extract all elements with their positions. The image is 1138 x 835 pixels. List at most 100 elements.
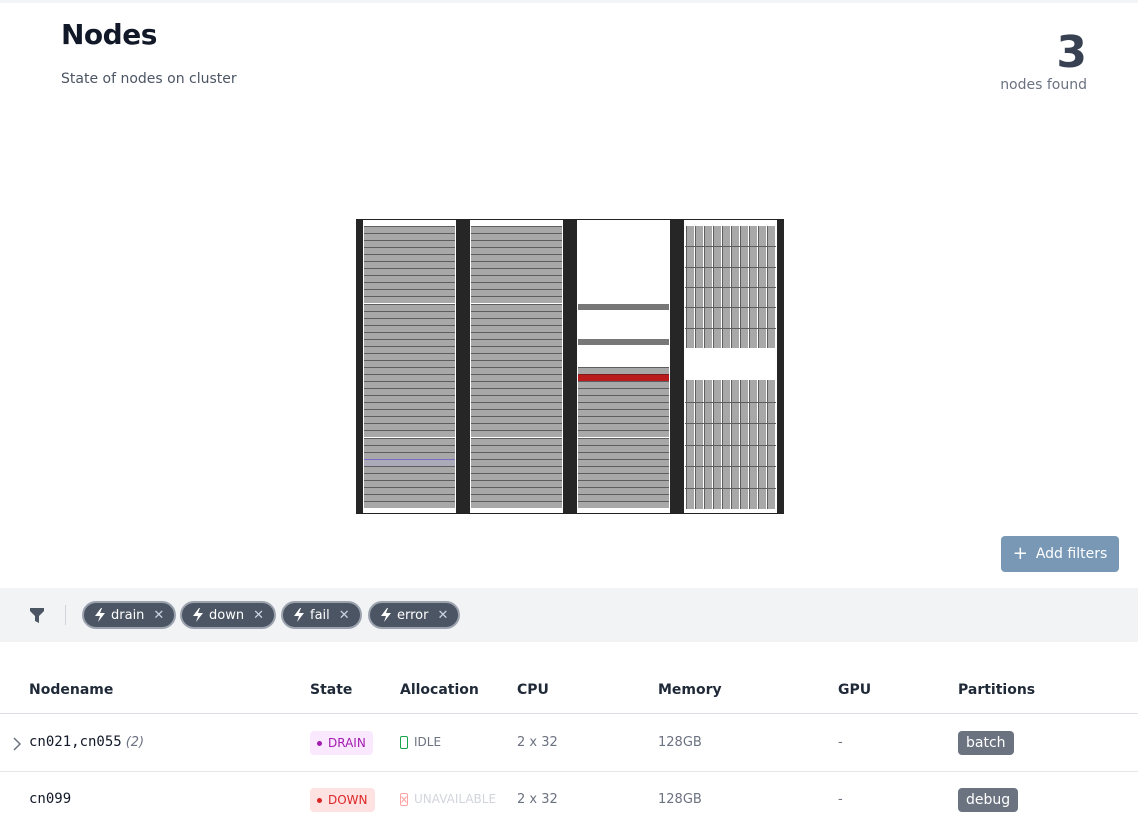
node-slot[interactable] [471,275,562,282]
node-slot[interactable] [471,430,562,437]
filter-chip-error[interactable]: error ✕ [368,601,461,629]
node-slot[interactable] [471,409,562,416]
node-slot[interactable] [364,360,455,367]
node-slot[interactable] [364,430,455,437]
node-slot[interactable] [471,438,562,445]
node-slot[interactable] [364,494,455,501]
node-slot-selected[interactable] [364,459,455,466]
node-slot[interactable] [471,247,562,254]
node-slot[interactable] [364,395,455,402]
table-row[interactable]: cn099 DOWN UNAVAILABLE 2 x 32 128GB - de… [0,772,1138,829]
rack-shelf[interactable] [578,304,669,310]
node-slot[interactable] [364,438,455,445]
node-slot[interactable] [578,494,669,501]
node-slot[interactable] [364,374,455,381]
partition-tag[interactable]: batch [958,731,1014,755]
node-slot[interactable] [471,360,562,367]
rack-4[interactable] [677,219,784,514]
node-slot[interactable] [471,487,562,494]
node-slot[interactable] [578,452,669,459]
node-slot[interactable] [471,459,562,466]
node-slot[interactable] [364,304,455,311]
funnel-icon[interactable] [30,608,44,623]
node-slot-down[interactable] [578,374,669,381]
node-slot[interactable] [471,473,562,480]
node-slot[interactable] [471,325,562,332]
node-slot[interactable] [471,254,562,261]
node-slot[interactable] [471,416,562,423]
column-header-gpu[interactable]: GPU [838,682,871,698]
node-slot[interactable] [471,332,562,339]
node-slot[interactable] [578,395,669,402]
node-slot[interactable] [578,459,669,466]
node-slot[interactable] [578,423,669,430]
node-slot[interactable] [471,480,562,487]
node-slot[interactable] [471,381,562,388]
node-slot[interactable] [364,381,455,388]
node-slot[interactable] [471,388,562,395]
node-slot[interactable] [364,268,455,275]
column-header-allocation[interactable]: Allocation [400,682,479,698]
filter-chip-down[interactable]: down ✕ [180,601,276,629]
node-slot[interactable] [364,282,455,289]
node-slot[interactable] [471,445,562,452]
node-slot[interactable] [364,261,455,268]
node-slot[interactable] [578,466,669,473]
node-slot[interactable] [364,466,455,473]
node-slot[interactable] [364,473,455,480]
column-header-memory[interactable]: Memory [658,682,722,698]
node-slot[interactable] [364,487,455,494]
node-slot[interactable] [364,367,455,374]
node-slot[interactable] [471,318,562,325]
node-slot[interactable] [471,466,562,473]
node-slot[interactable] [364,452,455,459]
node-slot[interactable] [471,452,562,459]
node-slot[interactable] [364,423,455,430]
node-slot[interactable] [578,473,669,480]
column-header-nodename[interactable]: Nodename [29,682,113,698]
node-slot[interactable] [578,430,669,437]
node-slot[interactable] [578,416,669,423]
node-slot[interactable] [364,445,455,452]
node-slot[interactable] [471,233,562,240]
node-slot[interactable] [471,494,562,501]
node-slot[interactable] [578,402,669,409]
partition-tag[interactable]: debug [958,788,1019,812]
filter-chip-drain[interactable]: drain ✕ [82,601,177,629]
node-slot[interactable] [471,261,562,268]
node-slot[interactable] [364,233,455,240]
node-slot[interactable] [364,289,455,296]
node-slot[interactable] [578,445,669,452]
node-slot[interactable] [471,374,562,381]
column-header-cpu[interactable]: CPU [517,682,549,698]
filter-chip-fail[interactable]: fail ✕ [281,601,362,629]
node-slot[interactable] [471,289,562,296]
node-slot[interactable] [364,346,455,353]
column-header-partitions[interactable]: Partitions [958,682,1035,698]
node-slot[interactable] [364,254,455,261]
rack-3[interactable] [570,219,677,514]
node-slot[interactable] [364,388,455,395]
node-slot[interactable] [578,367,669,374]
node-slot[interactable] [578,381,669,388]
node-slot[interactable] [364,240,455,247]
column-header-state[interactable]: State [310,682,352,698]
node-slot[interactable] [578,487,669,494]
node-slot[interactable] [578,409,669,416]
node-slot[interactable] [364,353,455,360]
remove-filter-icon[interactable]: ✕ [437,608,448,623]
remove-filter-icon[interactable]: ✕ [153,608,164,623]
node-slot[interactable] [364,325,455,332]
node-slot[interactable] [471,339,562,346]
node-slot[interactable] [364,296,455,303]
node-slot[interactable] [471,346,562,353]
chevron-right-icon[interactable] [12,737,22,751]
node-slot[interactable] [578,388,669,395]
node-slot[interactable] [471,311,562,318]
node-slot[interactable] [364,226,455,233]
table-row[interactable]: cn021,cn055 (2) DRAIN IDLE 2 x 32 128GB -… [0,715,1138,772]
node-slot[interactable] [578,501,669,508]
node-slot[interactable] [578,438,669,445]
add-filters-button[interactable]: + Add filters [1001,536,1119,572]
node-slot[interactable] [471,353,562,360]
